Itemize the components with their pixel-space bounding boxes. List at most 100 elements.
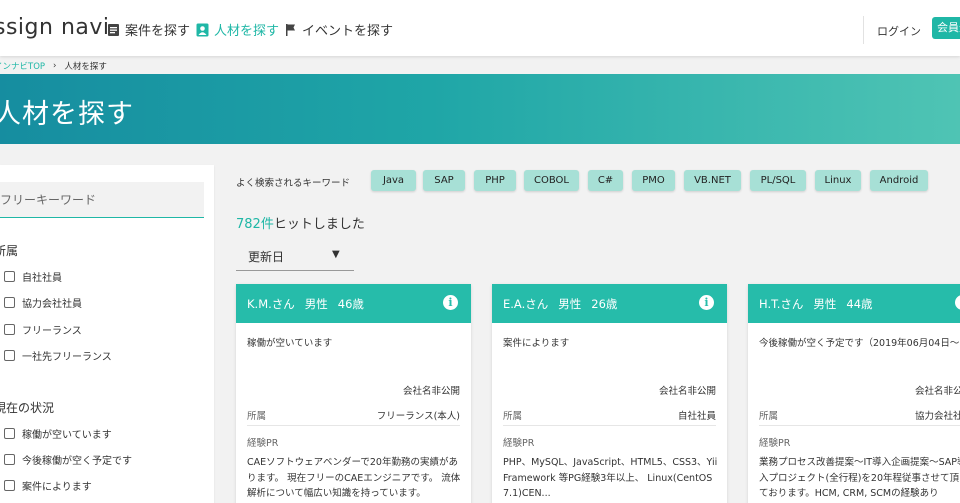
keyword-chip[interactable]: VB.NET xyxy=(684,170,741,191)
divider xyxy=(759,425,960,426)
filter-sidebar: 所属 自社社員 協力会社社員 フリーランス 一社先フリーランス 現在の状況 稼働… xyxy=(0,165,214,503)
talent-age: 44歳 xyxy=(846,297,873,311)
option-label: 今後稼働が空く予定です xyxy=(22,456,132,467)
checkbox[interactable] xyxy=(4,324,15,335)
company-name: 会社名非公開 xyxy=(914,386,960,397)
affiliation-value: 協力会社社員 xyxy=(914,411,960,422)
availability-status: 案件によります xyxy=(503,338,570,349)
info-icon[interactable]: i xyxy=(443,295,458,310)
checkbox[interactable] xyxy=(4,480,15,491)
keyword-chip[interactable]: Linux xyxy=(815,170,861,191)
divider xyxy=(247,425,460,426)
page-title: 人材を探す xyxy=(0,99,134,130)
divider xyxy=(503,425,716,426)
checkbox[interactable] xyxy=(4,454,15,465)
header-divider xyxy=(863,16,864,44)
site-logo[interactable]: ssign navi xyxy=(0,15,110,40)
experience-pr-label: 経験PR xyxy=(759,438,791,449)
sort-selected: 更新日 xyxy=(248,250,285,264)
company-name: 会社名非公開 xyxy=(402,386,460,397)
register-button[interactable]: 会員登録 xyxy=(932,17,960,39)
site-header: ssign navi 案件を探す 人材を探す イベントを探す ログイン 会員登録 xyxy=(0,0,960,56)
chevron-down-icon: ▼ xyxy=(332,249,340,260)
affiliation-value: 自社社員 xyxy=(677,411,716,422)
keyword-chip[interactable]: PL/SQL xyxy=(750,170,806,191)
breadcrumb-home[interactable]: インナビTOP xyxy=(0,60,45,72)
option-label: 協力会社社員 xyxy=(22,299,82,310)
checkbox[interactable] xyxy=(4,297,15,308)
login-link[interactable]: ログイン xyxy=(877,23,921,39)
filter-option-freelance[interactable]: フリーランス xyxy=(4,322,82,337)
talent-gender: 男性 xyxy=(558,297,582,311)
card-header: E.A.さん 男性 26歳 i xyxy=(492,284,727,323)
talent-card[interactable]: E.A.さん 男性 26歳 i 案件によります 会社名非公開 所属 自社社員 経験P… xyxy=(492,284,727,503)
checkbox[interactable] xyxy=(4,428,15,439)
flag-icon xyxy=(286,23,295,36)
filter-option-own-employee[interactable]: 自社社員 xyxy=(4,269,62,284)
nav-find-talent[interactable]: 人材を探す xyxy=(196,20,279,39)
result-number: 782件 xyxy=(236,217,274,232)
talent-name: K.M.さん xyxy=(247,297,295,311)
nav-label: 案件を探す xyxy=(125,24,191,39)
availability-status: 稼働が空いています xyxy=(247,338,333,349)
experience-pr-text: CAEソフトウェアベンダーで20年勤務の実績があります。 現在フリーのCAEエン… xyxy=(247,457,461,499)
keyword-chip[interactable]: SAP xyxy=(423,170,465,191)
talent-card[interactable]: K.M.さん 男性 46歳 i 稼働が空いています 会社名非公開 所属 フリーランス… xyxy=(236,284,471,503)
option-label: 稼働が空いています xyxy=(22,430,112,441)
affiliation-label: 所属 xyxy=(247,411,267,422)
keyword-chip[interactable]: C# xyxy=(588,170,623,191)
option-label: 案件によります xyxy=(22,482,92,493)
affiliation-value: フリーランス(本人) xyxy=(376,411,460,422)
option-label: フリーランス xyxy=(22,326,82,337)
keyword-search-input[interactable] xyxy=(0,182,204,218)
keyword-chip[interactable]: Android xyxy=(870,170,928,191)
result-count: 782件ヒットしました xyxy=(236,213,365,232)
talent-name: H.T.さん xyxy=(759,297,804,311)
experience-pr-label: 経験PR xyxy=(247,438,279,449)
checkbox[interactable] xyxy=(4,271,15,282)
talent-name: E.A.さん xyxy=(503,297,549,311)
filter-option-available[interactable]: 稼働が空いています xyxy=(4,426,112,441)
checkbox[interactable] xyxy=(4,350,15,361)
talent-age: 26歳 xyxy=(591,297,618,311)
breadcrumb: インナビTOP › 人材を探す xyxy=(0,58,107,74)
card-header: H.T.さん男性 44歳 i xyxy=(748,284,960,323)
company-name: 会社名非公開 xyxy=(658,386,716,397)
status-section-title: 現在の状況 xyxy=(0,401,55,415)
availability-status: 今後稼働が空く予定です（2019年06月04日〜) xyxy=(759,338,960,349)
experience-pr-label: 経験PR xyxy=(503,438,535,449)
hero-banner: 人材を探す xyxy=(0,74,960,144)
talent-gender: 男性 xyxy=(304,297,328,311)
nav-label: イベントを探す xyxy=(302,24,394,39)
result-suffix: ヒットしました xyxy=(273,217,365,232)
document-list-icon xyxy=(108,23,119,36)
info-icon[interactable]: i xyxy=(699,295,714,310)
affiliation-section-title: 所属 xyxy=(0,244,19,258)
filter-option-partner-employee[interactable]: 協力会社社員 xyxy=(4,295,82,310)
filter-option-subcontract-freelance[interactable]: 一社先フリーランス xyxy=(4,348,112,363)
keyword-chip[interactable]: PMO xyxy=(632,170,675,191)
affiliation-label: 所属 xyxy=(503,411,523,422)
experience-pr-text: PHP、MySQL、JavaScript、HTML5、CSS3、Yii Fram… xyxy=(503,457,718,499)
option-label: 自社社員 xyxy=(22,273,62,284)
experience-pr-text: 業務プロセス改善提案〜IT導入企画提案〜SAP導入プロジェクト(全行程)を20年… xyxy=(759,457,960,499)
breadcrumb-current: 人材を探す xyxy=(64,62,107,72)
talent-card[interactable]: H.T.さん男性44歳 i 今後稼働が空く予定です（2019年06月04日〜) … xyxy=(748,284,960,503)
popular-keywords-label: よく検索されるキーワード xyxy=(236,178,351,189)
info-icon[interactable]: i xyxy=(955,295,960,310)
filter-option-available-soon[interactable]: 今後稼働が空く予定です xyxy=(4,452,132,467)
talent-age: 46歳 xyxy=(337,297,364,311)
talent-gender: 男性 xyxy=(813,297,837,311)
nav-find-events[interactable]: イベントを探す xyxy=(285,20,393,39)
sort-dropdown[interactable]: 更新日 ▼ xyxy=(236,241,354,271)
breadcrumb-separator: › xyxy=(53,61,57,71)
keyword-chip[interactable]: COBOL xyxy=(524,170,579,191)
keyword-chip[interactable]: Java xyxy=(371,170,416,191)
keyword-chip[interactable]: PHP xyxy=(474,170,516,191)
option-label: 一社先フリーランス xyxy=(22,352,112,363)
nav-find-projects[interactable]: 案件を探す xyxy=(107,20,190,39)
nav-label: 人材を探す xyxy=(214,24,280,39)
affiliation-label: 所属 xyxy=(759,411,779,422)
card-header: K.M.さん 男性 46歳 i xyxy=(236,284,471,323)
filter-option-depends[interactable]: 案件によります xyxy=(4,478,92,493)
